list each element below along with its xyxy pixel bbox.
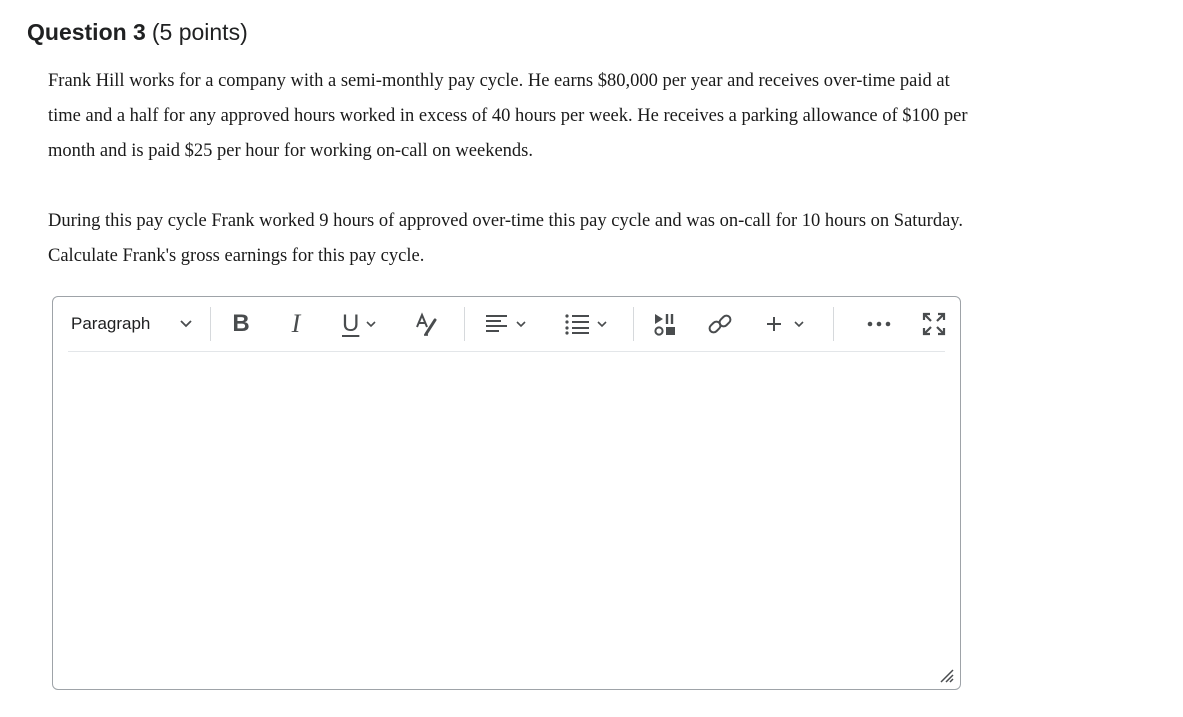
chevron-down-icon [515,320,527,329]
plus-icon [765,315,783,333]
paragraph-style-label: Paragraph [71,314,151,333]
more-options-icon [866,320,892,328]
question-paragraph-1: Frank Hill works for a company with a se… [48,71,968,161]
question-points: (5 points) [151,19,248,45]
text-format-icon [414,311,440,337]
editor-toolbar: Paragraph B I U [68,297,946,352]
underline-button[interactable]: U [338,305,393,343]
bold-button[interactable]: B [226,305,256,343]
align-button[interactable] [485,305,540,343]
italic-button[interactable]: I [281,305,311,343]
editor-content-area[interactable] [68,353,945,677]
underline-glyph: U [342,310,360,337]
fullscreen-button[interactable] [918,305,950,343]
text-format-button[interactable] [411,305,443,343]
resize-grip-icon [938,669,954,687]
insert-media-icon [652,311,678,337]
chevron-down-icon [179,319,193,329]
chevron-down-icon [596,320,608,329]
question-header: Question 3 (5 points) [27,14,248,50]
question-text: Frank Hill works for a company with a se… [48,64,968,274]
align-left-icon [485,313,509,335]
fullscreen-icon [921,311,947,337]
insert-button[interactable] [765,305,815,343]
rich-text-editor: Paragraph B I U [52,296,961,690]
toolbar-divider [210,307,211,341]
bulleted-list-icon [564,312,590,336]
link-icon [706,310,734,338]
resize-handle[interactable] [938,667,954,683]
insert-media-button[interactable] [650,305,680,343]
toolbar-divider [833,307,834,341]
toolbar-divider [633,307,634,341]
toolbar-divider [464,307,465,341]
question-title: Question 3 [27,19,146,45]
paragraph-style-select[interactable]: Paragraph [68,305,203,343]
chevron-down-icon [365,320,377,329]
chevron-down-icon [793,320,805,329]
list-button[interactable] [564,305,619,343]
insert-link-button[interactable] [704,305,736,343]
more-options-button[interactable] [863,305,895,343]
question-paragraph-2: During this pay cycle Frank worked 9 hou… [48,211,963,266]
